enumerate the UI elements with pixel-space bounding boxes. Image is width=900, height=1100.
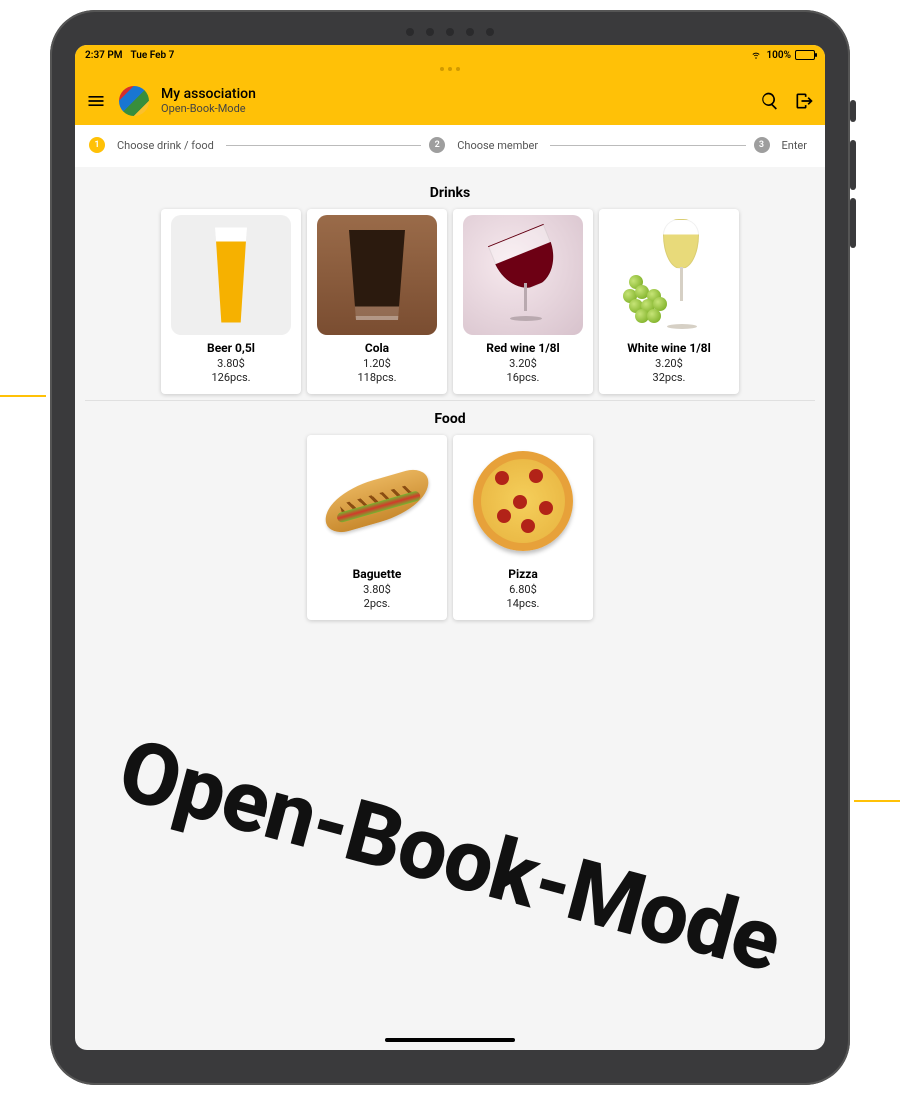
- device-button: [850, 198, 856, 248]
- product-card-white-wine[interactable]: White wine 1/8l 3.20$ 32pcs.: [599, 209, 739, 394]
- step-1-circle[interactable]: 1: [89, 137, 105, 153]
- product-card-pizza[interactable]: Pizza 6.80$ 14pcs.: [453, 435, 593, 620]
- drinks-grid: Beer 0,5l 3.80$ 126pcs. Cola 1.20$ 118pc…: [75, 209, 825, 394]
- page-title: My association: [161, 87, 747, 102]
- logout-icon[interactable]: [793, 90, 815, 112]
- screen: 2:37 PM Tue Feb 7 100% My association Op…: [75, 45, 825, 1050]
- device-camera: [406, 28, 494, 36]
- product-stock: 16pcs.: [507, 371, 540, 384]
- product-stock: 126pcs.: [211, 371, 250, 384]
- product-stock: 118pcs.: [357, 371, 396, 384]
- device-button: [850, 100, 856, 122]
- status-time: 2:37 PM: [85, 50, 123, 61]
- search-icon[interactable]: [759, 90, 781, 112]
- battery-text: 100%: [766, 50, 791, 61]
- step-1-label: Choose drink / food: [113, 139, 218, 152]
- section-title-drinks: Drinks: [75, 185, 825, 201]
- product-name: Baguette: [353, 567, 402, 581]
- page-subtitle: Open-Book-Mode: [161, 103, 747, 115]
- ipad-frame: 2:37 PM Tue Feb 7 100% My association Op…: [50, 10, 850, 1085]
- product-image: [463, 215, 583, 335]
- step-connector: [550, 145, 745, 146]
- content: Drinks Beer 0,5l 3.80$ 126pcs. Cola 1.20…: [75, 167, 825, 640]
- step-3-label: Enter: [778, 139, 812, 152]
- product-price: 3.20$: [509, 357, 537, 370]
- product-name: Pizza: [508, 567, 538, 581]
- product-card-baguette[interactable]: Baguette 3.80$ 2pcs.: [307, 435, 447, 620]
- page-accent-left: [0, 395, 46, 397]
- section-title-food: Food: [75, 411, 825, 427]
- product-name: White wine 1/8l: [627, 341, 711, 355]
- app-bar: My association Open-Book-Mode: [75, 77, 825, 125]
- product-image: [171, 215, 291, 335]
- watermark-text: Open-Book-Mode: [109, 719, 791, 992]
- product-price: 3.80$: [217, 357, 245, 370]
- device-button: [850, 140, 856, 190]
- stepper: 1 Choose drink / food 2 Choose member 3 …: [75, 125, 825, 167]
- menu-icon[interactable]: [85, 90, 107, 112]
- home-indicator[interactable]: [385, 1038, 515, 1042]
- status-date: Tue Feb 7: [131, 50, 175, 61]
- wifi-icon: [750, 48, 762, 63]
- section-divider: [85, 400, 815, 401]
- product-stock: 14pcs.: [507, 597, 540, 610]
- product-stock: 32pcs.: [653, 371, 686, 384]
- status-bar: 2:37 PM Tue Feb 7 100%: [75, 45, 825, 65]
- battery-icon: [795, 50, 815, 60]
- multitask-grab[interactable]: [75, 65, 825, 77]
- product-name: Red wine 1/8l: [486, 341, 559, 355]
- product-name: Cola: [365, 341, 389, 355]
- step-2-circle[interactable]: 2: [429, 137, 445, 153]
- product-card-red-wine[interactable]: Red wine 1/8l 3.20$ 16pcs.: [453, 209, 593, 394]
- product-card-beer[interactable]: Beer 0,5l 3.80$ 126pcs.: [161, 209, 301, 394]
- product-price: 6.80$: [509, 583, 537, 596]
- product-image: [317, 441, 437, 561]
- avatar[interactable]: [119, 86, 149, 116]
- product-stock: 2pcs.: [364, 597, 391, 610]
- step-3-circle[interactable]: 3: [754, 137, 770, 153]
- product-image: [609, 215, 729, 335]
- product-name: Beer 0,5l: [207, 341, 255, 355]
- food-grid: Baguette 3.80$ 2pcs.: [75, 435, 825, 620]
- page-accent-right: [854, 800, 900, 802]
- product-price: 1.20$: [363, 357, 391, 370]
- step-2-label: Choose member: [453, 139, 542, 152]
- product-image: [317, 215, 437, 335]
- product-image: [463, 441, 583, 561]
- product-card-cola[interactable]: Cola 1.20$ 118pcs.: [307, 209, 447, 394]
- product-price: 3.20$: [655, 357, 683, 370]
- step-connector: [226, 145, 421, 146]
- product-price: 3.80$: [363, 583, 391, 596]
